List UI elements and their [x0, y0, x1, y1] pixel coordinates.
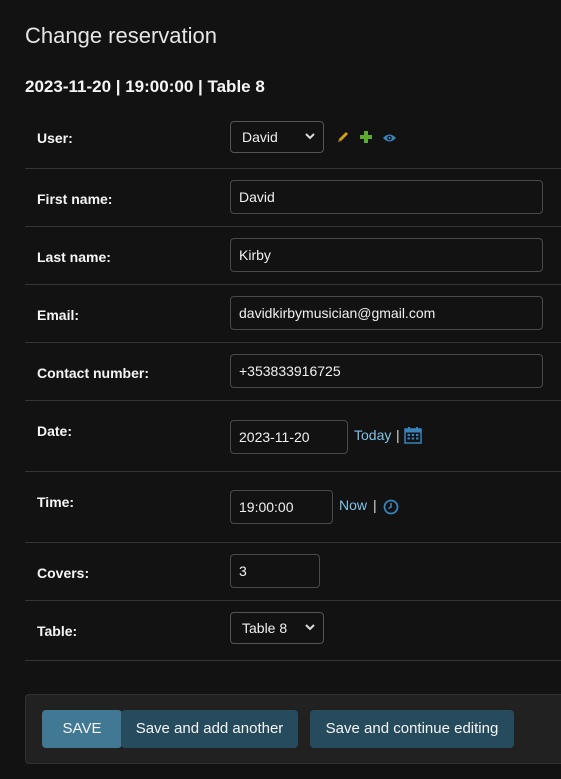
field-label-last-name: Last name:	[37, 249, 111, 265]
now-link[interactable]: Now	[339, 497, 367, 513]
field-row-time: Time: 19:00:00 Now |	[25, 472, 561, 543]
field-row-contact-number: Contact number: +353833916725	[25, 343, 561, 401]
email-input[interactable]: davidkirbymusician@gmail.com	[230, 296, 543, 330]
save-and-continue-editing-button[interactable]: Save and continue editing	[310, 710, 514, 748]
object-title: 2023-11-20 | 19:00:00 | Table 8	[25, 77, 265, 96]
calendar-icon[interactable]	[404, 426, 422, 449]
field-row-table: Table: Table 8	[25, 601, 561, 661]
pencil-icon[interactable]	[336, 130, 350, 149]
covers-input[interactable]: 3	[230, 554, 320, 588]
date-separator: |	[396, 427, 400, 443]
clock-icon[interactable]	[383, 499, 399, 520]
chevron-down-icon	[305, 122, 315, 164]
field-label-first-name: First name:	[37, 191, 113, 207]
save-button[interactable]: SAVE	[42, 710, 122, 748]
submit-row: SAVE Save and add another Save and conti…	[25, 694, 561, 764]
time-input[interactable]: 19:00:00	[230, 490, 333, 524]
field-row-first-name: First name: David	[25, 169, 561, 227]
field-label-contact-number: Contact number:	[37, 365, 149, 381]
field-row-user: User: David	[25, 108, 561, 169]
field-row-last-name: Last name: Kirby	[25, 227, 561, 285]
user-select[interactable]: David	[230, 121, 324, 153]
table-select-value: Table 8	[242, 620, 288, 636]
first-name-input[interactable]: David	[230, 180, 543, 214]
date-input[interactable]: 2023-11-20	[230, 420, 348, 454]
field-row-email: Email: davidkirbymusician@gmail.com	[25, 285, 561, 343]
reservation-form: User: David First name: David Last name:…	[25, 108, 561, 661]
field-label-user: User:	[37, 130, 73, 146]
field-label-table: Table:	[37, 623, 78, 639]
last-name-input[interactable]: Kirby	[230, 238, 543, 272]
save-and-add-another-button[interactable]: Save and add another	[121, 710, 298, 748]
eye-icon[interactable]	[382, 131, 397, 149]
chevron-down-icon	[305, 613, 315, 655]
user-select-value: David	[242, 129, 278, 145]
today-link[interactable]: Today	[354, 427, 391, 443]
field-label-date: Date:	[37, 423, 73, 439]
field-row-date: Date: 2023-11-20 Today |	[25, 401, 561, 472]
plus-icon[interactable]	[359, 130, 373, 149]
page-title: Change reservation	[25, 23, 218, 48]
table-select[interactable]: Table 8	[230, 612, 324, 644]
field-row-covers: Covers: 3	[25, 543, 561, 601]
field-label-time: Time:	[37, 494, 75, 510]
field-label-email: Email:	[37, 307, 80, 323]
contact-number-input[interactable]: +353833916725	[230, 354, 543, 388]
time-separator: |	[373, 497, 377, 513]
field-label-covers: Covers:	[37, 565, 90, 581]
